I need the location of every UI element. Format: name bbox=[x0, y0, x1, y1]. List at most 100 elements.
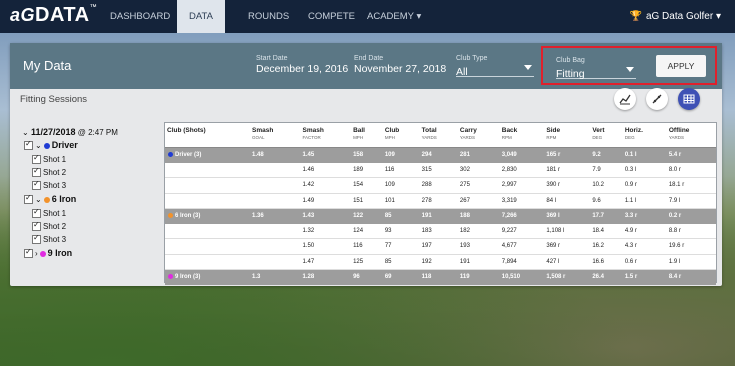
nav-academy[interactable]: Academy ▾ bbox=[355, 0, 433, 33]
nav-data[interactable]: Data bbox=[177, 0, 225, 33]
apply-button[interactable]: APPLY bbox=[656, 55, 706, 77]
checkbox[interactable] bbox=[24, 192, 33, 205]
table-icon bbox=[683, 94, 695, 104]
table-cell: 0.1 l bbox=[622, 147, 667, 163]
chevron-down-icon[interactable]: ⌄ bbox=[35, 195, 42, 204]
table-cell bbox=[250, 177, 301, 194]
table-cell: 84 l bbox=[544, 193, 591, 209]
shot-node[interactable]: Shot 2 bbox=[32, 219, 66, 233]
column-header[interactable]: Total YARDS bbox=[419, 123, 458, 148]
start-date-value[interactable]: December 19, 2016 bbox=[256, 63, 348, 75]
checkbox[interactable] bbox=[32, 178, 41, 191]
shot-node[interactable]: Shot 1 bbox=[32, 206, 66, 220]
checkbox[interactable] bbox=[32, 206, 41, 219]
sessions-title: Fitting Sessions bbox=[20, 94, 88, 105]
chevron-down-icon[interactable]: ⌄ bbox=[35, 141, 42, 150]
shot-row[interactable]: 1.42 154 109 288 275 2,997 390 r 10.2 0.9 r 18.1 … bbox=[165, 177, 716, 194]
shot-node[interactable]: Shot 3 bbox=[32, 178, 66, 192]
table-cell: 0.2 r bbox=[666, 208, 716, 224]
table-cell: 116 bbox=[351, 238, 383, 255]
checkbox[interactable] bbox=[32, 219, 41, 232]
checkbox[interactable] bbox=[32, 232, 41, 245]
shot-node[interactable]: Shot 3 bbox=[32, 232, 66, 246]
club-bag-select[interactable]: Club Bag Fitting bbox=[556, 57, 636, 80]
column-header[interactable]: Side RPM bbox=[544, 123, 591, 148]
column-header[interactable]: Club MPH bbox=[382, 123, 420, 148]
club-node-9-iron[interactable]: › 9 Iron bbox=[24, 246, 73, 259]
club-type-select[interactable]: Club Type All bbox=[456, 55, 534, 78]
session-time: @ 2:47 PM bbox=[77, 128, 118, 137]
club-bag-label: Club Bag bbox=[556, 57, 585, 64]
shot-row[interactable]: 1.47 125 85 192 191 7,894 427 l 16.6 0.6 r 1.9 l bbox=[165, 254, 716, 270]
shot-data-table: Club (Shots) Smash GOAL Smash FACTOR Ball MPH C… bbox=[164, 122, 717, 285]
column-unit: RPM bbox=[546, 135, 557, 140]
table-cell: 427 l bbox=[544, 254, 591, 270]
table-cell: 182 bbox=[457, 223, 500, 239]
table-cell: 109 bbox=[382, 177, 420, 194]
column-unit: MPH bbox=[384, 135, 395, 140]
column-header[interactable]: Offline YARDS bbox=[666, 123, 716, 148]
club-summary-row[interactable]: 9 Iron (3) 1.3 1.28 96 69 118 119 10,510 1,508 r… bbox=[165, 269, 716, 285]
table-cell: 0.3 l bbox=[622, 162, 667, 178]
shot-node[interactable]: Shot 1 bbox=[32, 152, 66, 166]
column-header[interactable]: Smash FACTOR bbox=[300, 123, 352, 148]
club-bag-dropdown[interactable]: Fitting bbox=[556, 64, 636, 80]
column-header[interactable]: Horiz. DEG bbox=[622, 123, 667, 148]
table-cell: 197 bbox=[419, 238, 458, 255]
column-header[interactable]: Smash GOAL bbox=[250, 123, 301, 148]
club-node-6-iron[interactable]: ⌄ 6 Iron bbox=[24, 192, 76, 205]
end-date-value[interactable]: November 27, 2018 bbox=[354, 63, 446, 75]
club-type-dropdown[interactable]: All bbox=[456, 62, 534, 78]
column-header[interactable]: Back RPM bbox=[499, 123, 545, 148]
checkbox[interactable] bbox=[32, 165, 41, 178]
nav-dashboard[interactable]: Dashboard bbox=[98, 0, 182, 33]
shot-label: Shot 2 bbox=[43, 168, 67, 177]
checkbox[interactable] bbox=[24, 138, 33, 151]
checkbox[interactable] bbox=[32, 152, 41, 165]
chevron-down-icon[interactable]: ⌄ bbox=[22, 128, 29, 137]
checkbox[interactable] bbox=[24, 246, 33, 259]
line-chart-button[interactable] bbox=[614, 88, 636, 110]
table-cell: 315 bbox=[419, 162, 458, 178]
table-cell: 2,830 bbox=[499, 162, 545, 178]
shot-row[interactable]: 1.32 124 93 183 182 9,227 1,108 l 18.4 4.9 r 8.8 … bbox=[165, 223, 716, 239]
table-cell: 191 bbox=[419, 208, 458, 224]
shot-row[interactable]: 1.50 116 77 197 193 4,677 369 r 16.2 4.3 r 19.6 r bbox=[165, 238, 716, 255]
table-cell: 1.1 l bbox=[622, 193, 667, 209]
column-header[interactable]: Carry YARDS bbox=[457, 123, 500, 148]
table-cell: 93 bbox=[382, 223, 420, 239]
chevron-right-icon[interactable]: › bbox=[35, 249, 38, 258]
line-chart-icon bbox=[619, 94, 631, 105]
table-cell: 8.0 r bbox=[666, 162, 716, 178]
table-cell: 158 bbox=[351, 147, 383, 163]
logo-tm: ™ bbox=[89, 4, 98, 11]
table-cell: 1.32 bbox=[300, 223, 352, 239]
club-color-dot bbox=[168, 152, 173, 158]
nav-rounds[interactable]: Rounds bbox=[236, 0, 301, 33]
table-cell: 281 bbox=[457, 147, 500, 163]
table-cell: 2,997 bbox=[499, 177, 545, 194]
table-cell: 278 bbox=[419, 193, 458, 209]
club-summary-row[interactable]: Driver (3) 1.48 1.45 158 109 294 281 3,049 165 r… bbox=[165, 147, 716, 163]
shot-row[interactable]: 1.49 151 101 278 267 3,319 84 l 9.6 1.1 l 7.9 l bbox=[165, 193, 716, 209]
shot-node[interactable]: Shot 2 bbox=[32, 165, 67, 179]
logo-ag: aG bbox=[10, 5, 36, 25]
column-header[interactable]: Club (Shots) bbox=[165, 123, 250, 148]
shot-row[interactable]: 1.46 189 116 315 302 2,830 181 r 7.9 0.3 l 8.0 r bbox=[165, 162, 716, 178]
table-view-button[interactable] bbox=[678, 88, 700, 110]
club-node-driver[interactable]: ⌄ Driver bbox=[24, 138, 78, 151]
club-label: 9 Iron bbox=[47, 248, 73, 258]
session-date-row[interactable]: ⌄ 11/27/2018 @ 2:47 PM bbox=[22, 126, 118, 138]
club-summary-row[interactable]: 6 Iron (3) 1.36 1.43 122 85 191 188 7,266 369 l1… bbox=[165, 208, 716, 224]
user-menu[interactable]: 🏆 aG Data Golfer ▾ bbox=[629, 0, 721, 33]
column-header[interactable]: Ball MPH bbox=[351, 123, 383, 148]
column-header[interactable]: Vert DEG bbox=[590, 123, 623, 148]
start-date-field[interactable]: Start Date December 19, 2016 bbox=[256, 55, 348, 75]
logo[interactable]: aGDATA™ bbox=[10, 4, 97, 27]
column-header-label: Club bbox=[384, 127, 400, 134]
scatter-button[interactable] bbox=[646, 88, 668, 110]
table-cell: 8.4 r bbox=[666, 269, 716, 285]
end-date-field[interactable]: End Date November 27, 2018 bbox=[354, 55, 446, 75]
top-navbar: aGDATA™ Dashboard Data Rounds Compete Ac… bbox=[0, 0, 735, 33]
club-name-cell bbox=[165, 193, 250, 209]
